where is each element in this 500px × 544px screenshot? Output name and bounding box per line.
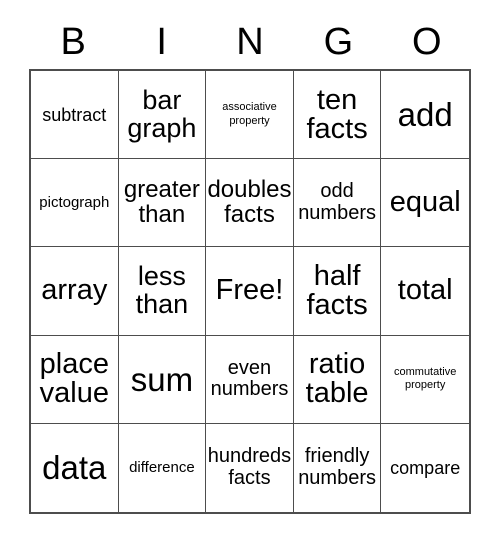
header-letter-g: G — [323, 20, 354, 63]
bingo-cell[interactable]: compare — [381, 423, 469, 512]
bingo-cell-label: less than — [135, 261, 189, 319]
bingo-header-row: B I N G O — [29, 14, 471, 69]
bingo-cell[interactable]: subtract — [31, 71, 119, 160]
bingo-cell[interactable]: data — [31, 423, 119, 512]
bingo-cell-label: add — [397, 96, 453, 134]
bingo-cell[interactable]: less than — [118, 247, 207, 336]
bingo-cell-label: array — [41, 274, 108, 307]
bingo-cell[interactable]: half facts — [293, 247, 382, 336]
bingo-cell[interactable]: associative property — [206, 71, 294, 160]
bingo-cell-label: odd numbers — [298, 180, 376, 224]
bingo-cell[interactable]: doubles facts — [206, 159, 294, 248]
bingo-cell[interactable]: commutative property — [381, 335, 469, 424]
bingo-cell[interactable]: ratio table — [293, 335, 382, 424]
bingo-cell[interactable]: place value — [31, 335, 119, 424]
bingo-cell-label: half facts — [306, 259, 368, 321]
bingo-cell-label: even numbers — [210, 356, 289, 401]
bingo-card: B I N G O subtract bar graph associative p… — [0, 0, 500, 544]
header-letter-o: O — [412, 20, 442, 63]
bingo-grid: subtract bar graph associative property ten… — [29, 69, 471, 514]
bingo-cell[interactable]: hundreds facts — [206, 423, 294, 512]
bingo-cell[interactable]: pictograph — [31, 159, 119, 248]
bingo-cell-label: equal — [389, 186, 461, 219]
bingo-cell[interactable]: greater than — [118, 159, 207, 248]
bingo-cell-label: ratio table — [305, 348, 369, 410]
bingo-cell-label: sum — [130, 360, 194, 398]
bingo-cell-label: friendly numbers — [298, 445, 376, 489]
bingo-cell-label: subtract — [42, 104, 107, 125]
bingo-cell-label: ten facts — [306, 83, 368, 145]
header-letter-i: I — [156, 20, 167, 63]
header-letter-b: B — [60, 20, 86, 63]
bingo-cell[interactable]: total — [381, 247, 469, 336]
bingo-cell-label: total — [397, 274, 453, 307]
bingo-cell-label: difference — [129, 459, 195, 477]
bingo-cell[interactable]: difference — [118, 423, 207, 512]
bingo-cell[interactable]: odd numbers — [293, 159, 382, 248]
bingo-cell-label: data — [42, 449, 107, 487]
bingo-cell[interactable]: add — [381, 71, 469, 160]
bingo-cell-label: associative property — [222, 101, 277, 127]
bingo-cell[interactable]: even numbers — [206, 335, 294, 424]
bingo-cell-label: greater than — [123, 175, 200, 228]
bingo-cell-label: pictograph — [39, 194, 110, 212]
bingo-cell[interactable]: sum — [118, 335, 207, 424]
bingo-cell-free-space[interactable]: Free! — [206, 247, 294, 336]
bingo-cell[interactable]: ten facts — [293, 71, 382, 160]
free-space-label: Free! — [215, 274, 284, 307]
bingo-cell[interactable]: equal — [381, 159, 469, 248]
bingo-cell[interactable]: bar graph — [118, 71, 207, 160]
bingo-cell-label: commutative property — [394, 365, 457, 392]
header-letter-n: N — [236, 20, 264, 63]
bingo-cell-label: doubles facts — [207, 175, 292, 228]
bingo-cell[interactable]: friendly numbers — [293, 423, 382, 512]
bingo-cell[interactable]: array — [31, 247, 119, 336]
bingo-cell-label: place value — [39, 348, 109, 410]
bingo-cell-label: hundreds facts — [207, 445, 292, 489]
bingo-cell-label: bar graph — [127, 85, 197, 143]
bingo-cell-label: compare — [390, 457, 461, 478]
